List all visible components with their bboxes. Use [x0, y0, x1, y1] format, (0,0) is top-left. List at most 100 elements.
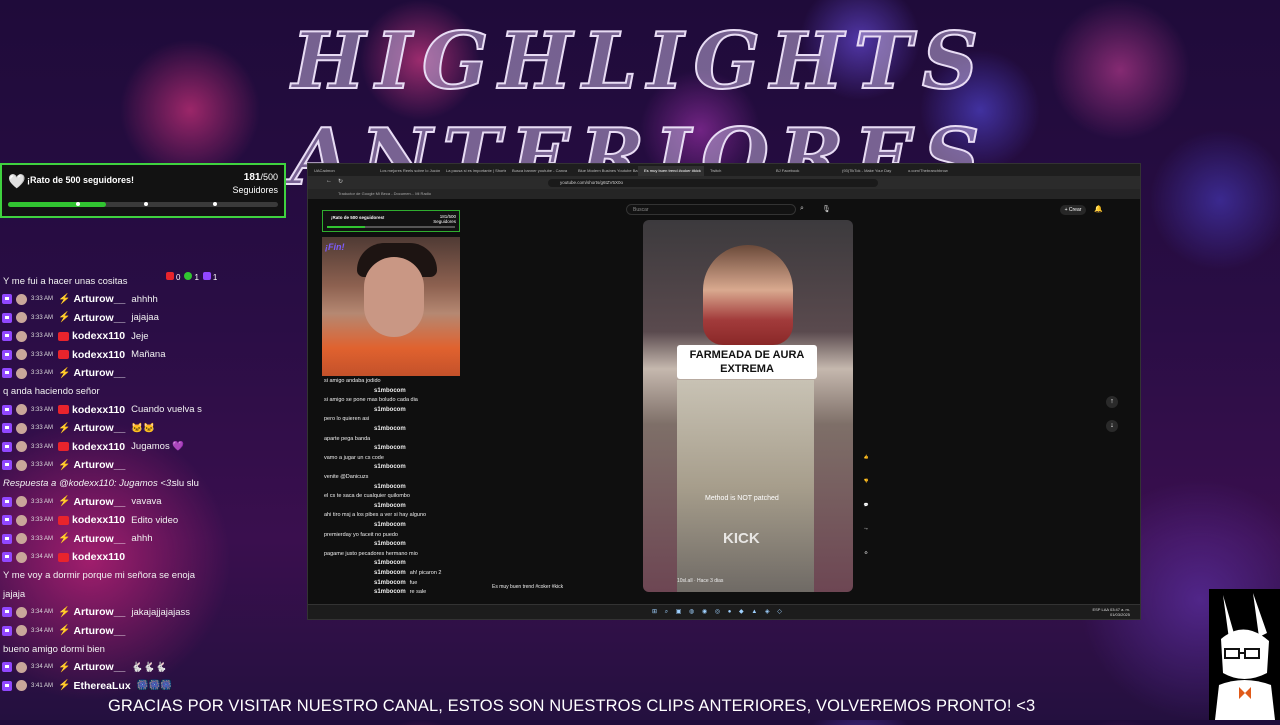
chat-username[interactable]: Arturow__: [73, 625, 125, 637]
message-time: 3:41 AM: [31, 682, 54, 689]
back-icon[interactable]: ←: [326, 178, 332, 184]
camera-badge-icon: [58, 552, 70, 562]
share-icon[interactable]: ↪: [856, 526, 876, 550]
chat-message-text: Mañana: [131, 349, 166, 361]
browser-tab[interactable]: La pausa si es importante | Shorts: [440, 166, 506, 176]
bolt-badge-icon: ⚡: [58, 459, 71, 471]
inner-chat-line: s1mbocom: [324, 522, 410, 528]
avatar: [16, 404, 27, 416]
search-icon[interactable]: ⌕: [800, 205, 804, 213]
microphone-icon[interactable]: 🎙: [822, 205, 831, 213]
previous-short-button[interactable]: ↑: [1106, 396, 1118, 408]
inner-chat-username: s1mbocom: [374, 464, 406, 471]
bell-icon[interactable]: 🔔: [1094, 205, 1103, 213]
camera-badge-icon: [58, 405, 70, 415]
inner-chat-username: s1mbocom: [374, 541, 406, 548]
dock-title: Es muy buen trend #coker #kick: [492, 584, 564, 590]
inner-chat-line: el cs te saca de cualquier quilombo: [324, 493, 410, 500]
short-video[interactable]: FARMEADA DE AURA EXTREMA Method is NOT p…: [643, 220, 853, 592]
bolt-badge-icon: ⚡: [58, 293, 71, 305]
browser-tab[interactable]: Es muy buen trend #coker #kick: [638, 166, 704, 176]
browser-tab[interactable]: Twitch: [704, 166, 770, 176]
reload-icon[interactable]: ↻: [338, 178, 343, 185]
camera-badge-icon: [58, 331, 70, 341]
chat-message: 3:33 AM kodexx110 Mañana: [2, 346, 166, 364]
chat-username[interactable]: Arturow__: [73, 661, 125, 673]
avatar: [16, 422, 27, 434]
message-time: 3:34 AM: [31, 664, 54, 671]
inner-chat-line: s1mbocom: [324, 388, 410, 394]
dislike-icon[interactable]: 👎: [856, 478, 876, 502]
heart-hand-icon: 🤍: [8, 173, 26, 189]
message-time: 3:33 AM: [31, 351, 54, 358]
avatar: [16, 514, 27, 526]
browser-tab[interactable]: BJ Facebook: [770, 166, 836, 176]
chat-username[interactable]: Arturow__: [73, 422, 125, 434]
message-time: 3:33 AM: [31, 498, 54, 505]
remix-icon[interactable]: ♻: [856, 550, 876, 574]
like-icon[interactable]: 👍: [856, 454, 876, 478]
chat-username[interactable]: Arturow__: [73, 459, 125, 471]
chat-username[interactable]: kodexx110: [72, 404, 125, 416]
avatar: [16, 459, 27, 471]
browser-tab[interactable]: Blue Modern Busines Youtube Ba: [572, 166, 638, 176]
twitch-icon: [2, 552, 12, 562]
twitch-icon: [2, 368, 12, 378]
next-short-button[interactable]: ↓: [1106, 420, 1118, 432]
avatar: [16, 349, 27, 361]
chat-message: 3:33 AM ⚡ Arturow__ 🐱🐱: [2, 419, 155, 437]
url-field[interactable]: youtube.com/shorts/g6tZV5X0o: [548, 179, 878, 187]
inner-webcam: ¡Fin!: [322, 237, 460, 376]
inner-chat-line: s1mbocom re sale: [324, 589, 426, 595]
chat-username[interactable]: Arturow__: [73, 367, 125, 379]
chat-message-text: ahhh: [131, 533, 153, 545]
chat-message-text: 🐱🐱: [131, 422, 156, 434]
message-time: 3:34 AM: [31, 554, 54, 560]
youtube-search-input[interactable]: Buscar: [626, 204, 796, 215]
chat-username[interactable]: kodexx110: [72, 349, 125, 361]
browser-tab[interactable]: o.com/Thebranchbrow: [902, 166, 968, 176]
chat-username[interactable]: kodexx110: [72, 441, 125, 453]
browser-tab[interactable]: Busca banner youtube - Canva: [506, 166, 572, 176]
message-time: 3:33 AM: [31, 443, 54, 450]
chat-username[interactable]: kodexx110: [72, 551, 125, 563]
chat-message-text: 🎆🎆🎆: [136, 680, 173, 692]
avatar: [16, 441, 27, 453]
chat-message: 3:34 AM ⚡ Arturow__: [2, 622, 131, 640]
taskbar-app-icons[interactable]: ⊞ ⌕ ▣ ◍ ◉ ◎ ● ◆ ▲ ◈ ◇: [652, 608, 785, 616]
bolt-badge-icon: ⚡: [58, 533, 71, 545]
chat-username[interactable]: kodexx110: [72, 514, 125, 526]
inner-chat-line: pagame justo pecadores hermano mio: [324, 550, 418, 557]
twitch-icon: [2, 625, 12, 636]
chat-username[interactable]: Arturow__: [73, 496, 125, 508]
browser-tab[interactable]: Los mejores Reels sobre lo Jucón: [374, 166, 440, 176]
chat-platform-stats: 0 1 1: [166, 272, 217, 282]
twitch-icon: [2, 662, 12, 673]
chat-message: 3:33 AM kodexx110 Jeje: [2, 327, 149, 345]
windows-taskbar: ⊞ ⌕ ▣ ◍ ◉ ◎ ● ◆ ▲ ◈ ◇ ESP LAA 03:47 a. m…: [308, 604, 1140, 619]
chat-username[interactable]: Arturow__: [73, 606, 125, 618]
kick-count: 1: [184, 272, 199, 282]
browser-tab[interactable]: (93)TikTok - Make Your Day: [836, 166, 902, 176]
inner-chat-line: s1mbocom: [324, 560, 410, 566]
inner-chat-line: s1mbocom: [324, 484, 410, 490]
inner-chat-line: s1mbocom fue: [324, 580, 417, 586]
goal-count: 181/500 Seguidores: [232, 171, 278, 196]
webcam-person-face: [364, 257, 424, 337]
avatar: [16, 293, 27, 305]
chat-username[interactable]: EthereaLux: [73, 680, 130, 692]
chat-message: 3:33 AM ⚡ Arturow__: [2, 456, 131, 474]
browser-tab[interactable]: UACadmon: [308, 166, 374, 176]
goal-current: 181: [243, 172, 261, 183]
short-inner-clip: Method is NOT patched KICK 10sl.all · Ha…: [677, 380, 814, 592]
chat-message: 3:33 AM kodexx110 Edito video: [2, 511, 178, 529]
create-button[interactable]: + Crear: [1060, 205, 1086, 215]
chat-username[interactable]: Arturow__: [73, 533, 125, 545]
chat-continuation-line: Y me voy a dormir porque mi señora se en…: [3, 570, 196, 582]
chat-username[interactable]: kodexx110: [72, 330, 125, 342]
youtube-count: 0: [166, 272, 180, 282]
inner-chat-username: s1mbocom: [374, 522, 406, 528]
chat-username[interactable]: Arturow__: [73, 293, 125, 305]
comment-icon[interactable]: 💬: [856, 502, 876, 526]
chat-username[interactable]: Arturow__: [73, 312, 125, 324]
